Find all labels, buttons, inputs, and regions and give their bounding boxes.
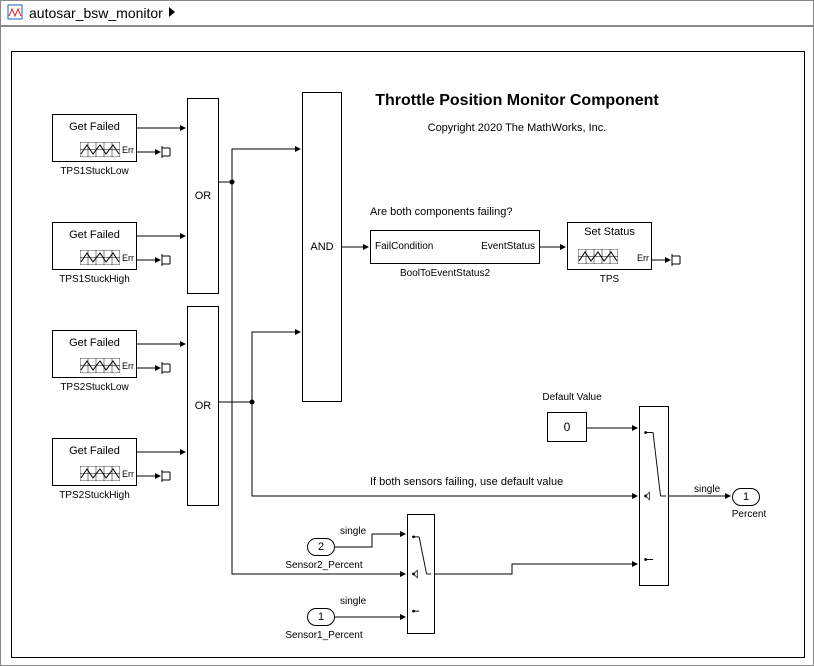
waveform-icon [80,358,120,373]
waveform-icon [578,249,618,264]
inport1-name: Sensor1_Percent [284,630,364,641]
subsystem-in-label: FailCondition [375,241,433,252]
and-label: AND [310,241,333,253]
err-label: Err [122,145,134,155]
get-failed-label: Get Failed [53,445,136,457]
block-name-tps1low: TPS1StuckLow [52,166,137,177]
block-tps2stuckhigh[interactable]: Get Failed Err [52,438,137,486]
titlebar: autosar_bsw_monitor [1,1,813,27]
waveform-icon [80,250,120,265]
block-and[interactable]: AND [302,92,342,402]
app-window: autosar_bsw_monitor Throttle Position Mo… [0,0,814,666]
waveform-icon [80,142,120,157]
get-failed-label: Get Failed [53,121,136,133]
switch-icon [640,407,668,585]
inport-sensor1[interactable]: 1 [307,608,335,626]
block-tps1stucklow[interactable]: Get Failed Err [52,114,137,162]
block-set-status[interactable]: Set Status Err [567,222,652,270]
inport2-name: Sensor2_Percent [284,560,364,571]
err-label: Err [637,253,649,263]
outport-name: Percent [724,509,774,520]
annotation-use-default: If both sensors failing, use default val… [370,476,563,488]
err-label: Err [122,469,134,479]
block-booltoeventstatus2[interactable]: FailCondition EventStatus [370,230,540,264]
datatype-single-out: single [694,484,720,495]
or-label: OR [195,400,212,412]
get-failed-label: Get Failed [53,337,136,349]
switch-icon [408,515,434,633]
block-or-1[interactable]: OR [187,98,219,294]
inport2-number: 2 [318,541,324,553]
block-name-tps: TPS [567,274,652,285]
block-name-tps1high: TPS1StuckHigh [52,274,137,285]
block-switch-1[interactable] [407,514,435,634]
inport-sensor2[interactable]: 2 [307,538,335,556]
window-title: autosar_bsw_monitor [29,5,163,21]
diagram-copyright: Copyright 2020 The MathWorks, Inc. [372,122,662,134]
or-label: OR [195,190,212,202]
simulink-icon [7,4,29,23]
outport-number: 1 [743,491,749,503]
chevron-right-icon[interactable] [167,5,177,22]
block-constant[interactable]: 0 [547,412,587,442]
default-value-label: Default Value [532,392,612,403]
err-label: Err [122,361,134,371]
inport1-number: 1 [318,611,324,623]
block-switch-2[interactable] [639,406,669,586]
err-label: Err [122,253,134,263]
constant-value: 0 [564,420,571,434]
outport-percent[interactable]: 1 [732,488,760,506]
block-name-tps2high: TPS2StuckHigh [52,490,137,501]
datatype-single-1: single [340,596,366,607]
datatype-single-2: single [340,526,366,537]
set-status-label: Set Status [568,223,651,238]
block-tps1stuckhigh[interactable]: Get Failed Err [52,222,137,270]
block-name-tps2low: TPS2StuckLow [52,382,137,393]
block-tps2stucklow[interactable]: Get Failed Err [52,330,137,378]
diagram-canvas[interactable]: Throttle Position Monitor Component Copy… [11,51,805,658]
block-name-subsystem: BoolToEventStatus2 [400,268,490,279]
subsystem-out-label: EventStatus [481,241,535,252]
block-or-2[interactable]: OR [187,306,219,506]
waveform-icon [80,466,120,481]
get-failed-label: Get Failed [53,229,136,241]
diagram-title: Throttle Position Monitor Component [342,92,692,110]
annotation-are-failing: Are both components failing? [370,206,512,218]
